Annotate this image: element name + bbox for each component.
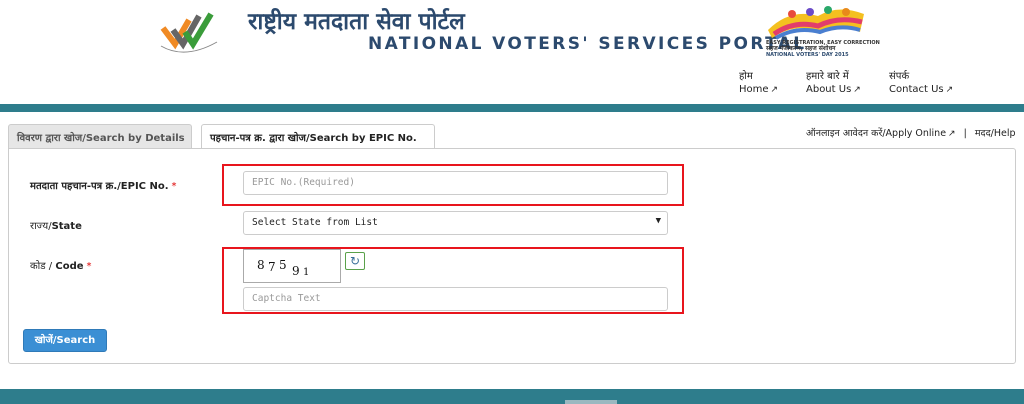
- nav-about-hindi: हमारे बारे में: [806, 71, 849, 82]
- chevron-down-icon: ▼: [655, 216, 661, 226]
- link-separator: |: [963, 128, 967, 139]
- code-label: कोड / Code *: [30, 261, 92, 272]
- top-right-links: ऑनलाइन आवेदन करें/Apply Online ↗ | मदद/He…: [806, 126, 1016, 139]
- state-select[interactable]: Select State from List ▼: [243, 211, 668, 235]
- external-link-icon: ↗: [945, 85, 954, 95]
- external-link-icon: ↗: [770, 85, 779, 95]
- nav-contact-hindi: संपर्क: [889, 71, 910, 82]
- portal-title-english: NATIONAL VOTERS' SERVICES PORTAL: [368, 34, 807, 54]
- epic-highlight-box: [222, 164, 684, 206]
- epic-label: मतदाता पहचान-पत्र क्र./EPIC No. *: [30, 181, 177, 192]
- search-button[interactable]: खोजें/Search: [23, 329, 107, 352]
- nav-about-label: About Us: [806, 84, 852, 95]
- help-link[interactable]: मदद/Help: [975, 128, 1016, 139]
- external-link-icon: ↗: [853, 85, 861, 95]
- nav-about-us[interactable]: हमारे बारे में About Us ↗: [806, 70, 861, 97]
- nvd-year: NATIONAL VOTERS' DAY 2015: [766, 52, 849, 58]
- nav-contact-label: Contact Us: [889, 84, 944, 95]
- tab-search-by-details[interactable]: विवरण द्वारा खोज/Search by Details: [8, 124, 192, 148]
- captcha-highlight-box: [222, 247, 684, 314]
- apply-online-link[interactable]: ऑनलाइन आवेदन करें/Apply Online ↗: [806, 128, 956, 139]
- eci-logo: [160, 12, 218, 53]
- external-link-icon: ↗: [948, 129, 956, 139]
- nav-contact-us[interactable]: संपर्क Contact Us ↗: [889, 70, 953, 97]
- footer-bar: [0, 389, 1024, 404]
- header-divider-bar: [0, 104, 1024, 112]
- state-label: राज्य/State: [30, 221, 82, 232]
- nav-home-label: Home: [739, 84, 769, 95]
- tab-search-by-epic[interactable]: पहचान-पत्र क्र. द्वारा खोज/Search by EPI…: [201, 124, 435, 149]
- nav-home[interactable]: होम Home ↗: [739, 70, 778, 97]
- portal-title-hindi: राष्ट्रीय मतदाता सेवा पोर्टल: [248, 9, 465, 35]
- site-header: राष्ट्रीय मतदाता सेवा पोर्टल NATIONAL VO…: [0, 0, 1024, 104]
- nav-home-hindi: होम: [739, 71, 753, 82]
- footer-tab: [565, 400, 617, 404]
